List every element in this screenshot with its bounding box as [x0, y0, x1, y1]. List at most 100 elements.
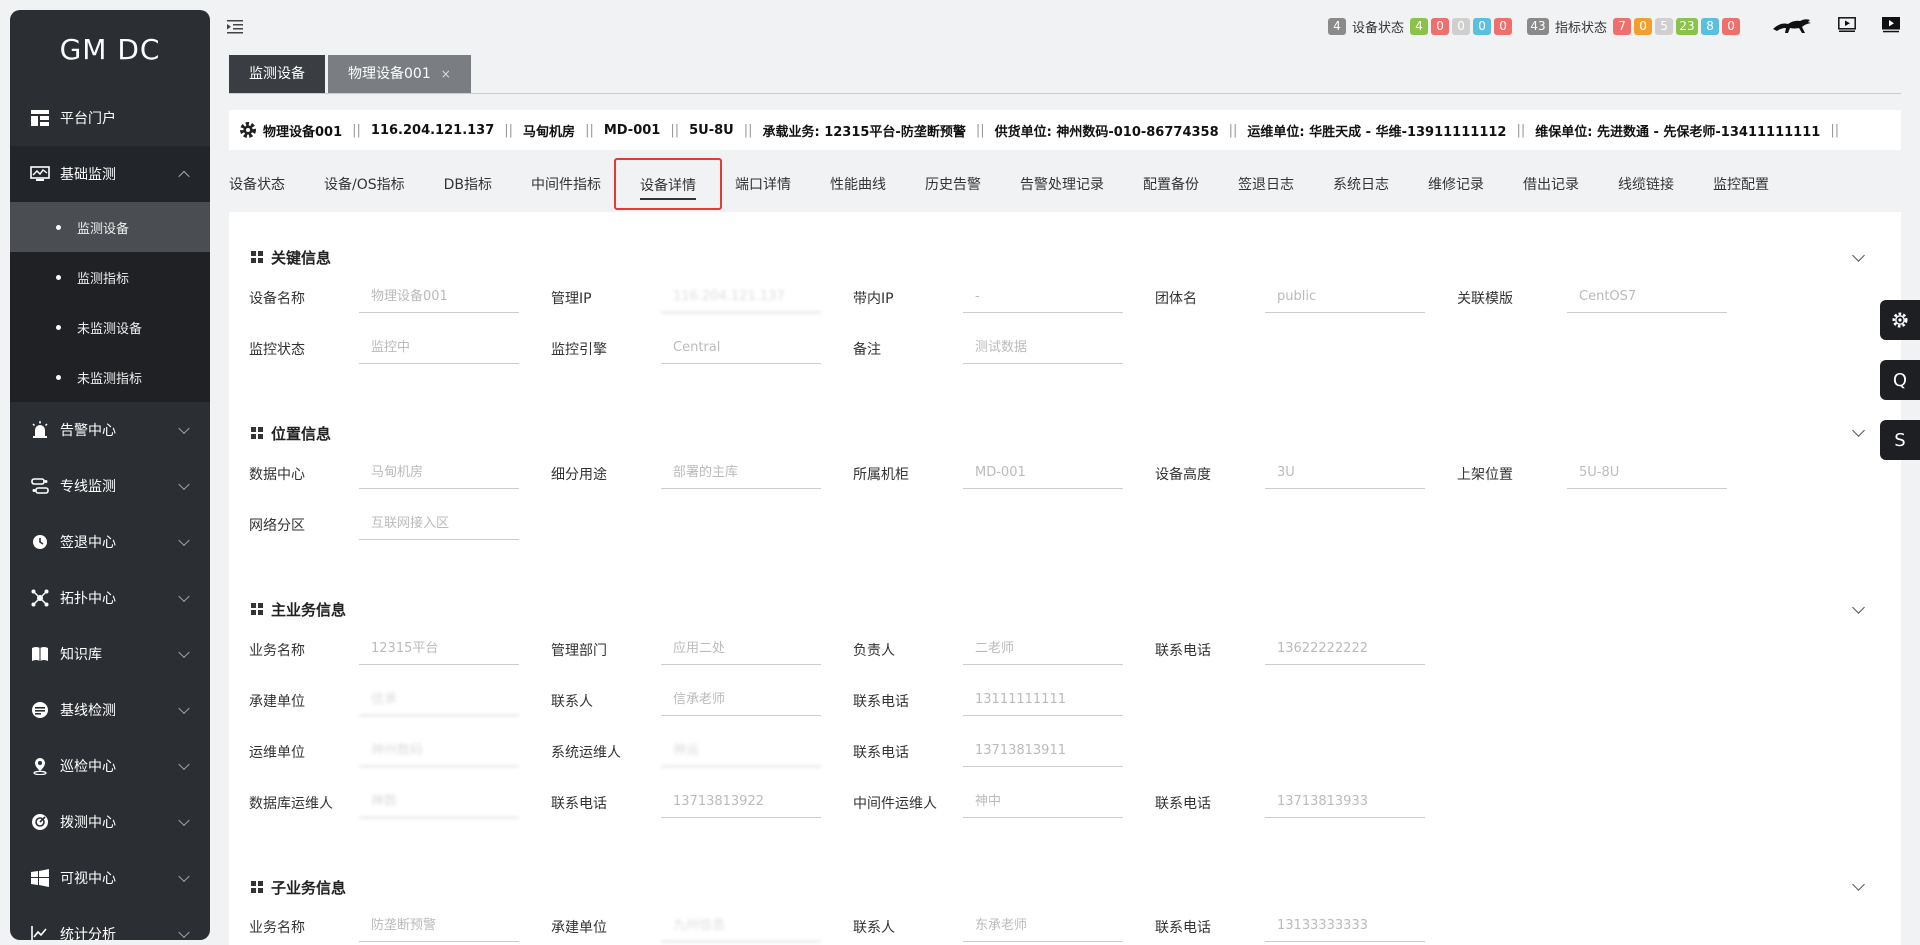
field-value[interactable]: MD-001	[963, 458, 1123, 489]
field-value[interactable]: 信承	[359, 685, 519, 716]
field-value[interactable]: 信承老师	[661, 685, 821, 716]
menu-collapse-icon[interactable]	[227, 19, 243, 34]
sidebar-item-basic-monitor[interactable]: 基础监测	[10, 146, 210, 202]
device-status-summary[interactable]: 4 设备状态 4 0 0 0 0	[1328, 17, 1515, 36]
sidebar-item-visual[interactable]: 可视中心	[10, 850, 210, 906]
subtab-history-alarms[interactable]: 历史告警	[925, 174, 981, 194]
field-value[interactable]: CentOS7	[1567, 282, 1727, 313]
subtab-db-metrics[interactable]: DB指标	[444, 174, 492, 194]
separator: ||	[670, 122, 680, 138]
field-middleware-phone: 联系电话 13713813933	[1155, 787, 1425, 818]
close-icon[interactable]: ×	[441, 67, 451, 81]
field-value[interactable]: 13713813911	[963, 736, 1123, 767]
field-value[interactable]: 物理设备001	[359, 282, 519, 313]
metric-status-label: 指标状态	[1555, 21, 1608, 36]
tab-physical-device-001[interactable]: 物理设备001 ×	[328, 55, 471, 93]
submenu-item-monitored-metrics[interactable]: 监测指标	[10, 252, 210, 302]
field-value[interactable]: Central	[661, 333, 821, 364]
separator: ||	[1830, 122, 1840, 138]
submenu-item-monitored-devices[interactable]: 监测设备	[10, 202, 210, 252]
field-value[interactable]: 13713813922	[661, 787, 821, 818]
section-location-title[interactable]: 位置信息	[251, 423, 331, 444]
field-value[interactable]: 部署的主库	[661, 458, 821, 489]
field-value[interactable]: 13133333333	[1265, 911, 1425, 942]
screen-play-icon[interactable]	[1882, 17, 1900, 37]
sidebar-item-knowledge[interactable]: 知识库	[10, 626, 210, 682]
field-value[interactable]: public	[1265, 282, 1425, 313]
portal-icon	[30, 108, 50, 128]
sidebar-item-alarm[interactable]: 告警中心	[10, 402, 210, 458]
field-value[interactable]: 神运	[661, 736, 821, 767]
gear-icon[interactable]	[239, 121, 257, 139]
device-position: 5U-8U	[689, 122, 734, 138]
sidebar-item-signout[interactable]: 签退中心	[10, 514, 210, 570]
chevron-down-icon[interactable]	[1852, 249, 1865, 262]
field-value[interactable]: 马甸机房	[359, 458, 519, 489]
chevron-down-icon[interactable]	[1852, 878, 1865, 891]
field-value[interactable]: 116.204.121.137	[661, 282, 821, 313]
field-label: 带内IP	[853, 290, 894, 307]
subtab-device-details[interactable]: 设备详情	[614, 158, 723, 210]
subtab-performance-curve[interactable]: 性能曲线	[830, 174, 886, 194]
panther-logo-icon[interactable]	[1772, 16, 1812, 38]
device-status-unknown-badge: 0	[1452, 18, 1471, 35]
subtab-cable-links[interactable]: 线缆链接	[1618, 174, 1674, 194]
q-float-button[interactable]: Q	[1880, 360, 1920, 400]
field-value[interactable]: 3U	[1265, 458, 1425, 489]
chevron-down-icon	[178, 590, 190, 603]
subtab-signout-log[interactable]: 签退日志	[1238, 174, 1294, 194]
subtab-config-backup[interactable]: 配置备份	[1143, 174, 1199, 194]
sidebar-item-dial-test[interactable]: 拨测中心	[10, 794, 210, 850]
sidebar-item-portal[interactable]: 平台门户	[10, 90, 210, 146]
s-float-button[interactable]: S	[1880, 420, 1920, 460]
subtab-port-details[interactable]: 端口详情	[735, 174, 791, 194]
sidebar-item-topology[interactable]: 拓扑中心	[10, 570, 210, 626]
field-value[interactable]: 5U-8U	[1567, 458, 1727, 489]
field-value[interactable]: 二老师	[963, 634, 1123, 665]
section-sub-business-title[interactable]: 子业务信息	[251, 877, 346, 898]
subtab-system-log[interactable]: 系统日志	[1333, 174, 1389, 194]
sidebar-item-statistics[interactable]: 统计分析	[10, 906, 210, 940]
subtab-middleware-metrics[interactable]: 中间件指标	[531, 174, 601, 194]
sidebar-item-baseline[interactable]: 基线检测	[10, 682, 210, 738]
field-value[interactable]: 九州信息	[661, 911, 821, 942]
sidebar-item-inspection[interactable]: 巡检中心	[10, 738, 210, 794]
tab-monitored-devices[interactable]: 监测设备	[229, 55, 325, 93]
field-value[interactable]: -	[963, 282, 1123, 313]
field-label: 业务名称	[249, 919, 305, 936]
field-value[interactable]: 神数	[359, 787, 519, 818]
subtab-device-status[interactable]: 设备状态	[229, 174, 285, 194]
field-value[interactable]: 测试数据	[963, 333, 1123, 364]
field-value[interactable]: 12315平台	[359, 634, 519, 665]
metric-status-summary[interactable]: 43 指标状态 7 0 5 23 8 0	[1527, 17, 1743, 36]
field-value[interactable]: 13713813933	[1265, 787, 1425, 818]
subtab-loan-records[interactable]: 借出记录	[1523, 174, 1579, 194]
subtab-monitor-config[interactable]: 监控配置	[1713, 174, 1769, 194]
clock-icon	[30, 532, 50, 552]
submenu-item-unmonitored-devices[interactable]: 未监测设备	[10, 302, 210, 352]
sidebar-item-line-monitor[interactable]: 专线监测	[10, 458, 210, 514]
chevron-down-icon	[178, 534, 190, 547]
field-inband-ip: 带内IP -	[853, 282, 1123, 313]
field-value[interactable]: 东承老师	[963, 911, 1123, 942]
submenu-item-unmonitored-metrics[interactable]: 未监测指标	[10, 352, 210, 402]
settings-float-button[interactable]	[1880, 300, 1920, 340]
section-main-business-title[interactable]: 主业务信息	[251, 599, 346, 620]
chevron-down-icon[interactable]	[1852, 424, 1865, 437]
field-value[interactable]: 防垄断预警	[359, 911, 519, 942]
video-play-icon[interactable]	[1838, 17, 1856, 37]
chevron-down-icon[interactable]	[1852, 601, 1865, 614]
field-value[interactable]: 13111111111	[963, 685, 1123, 716]
field-value[interactable]: 13622222222	[1265, 634, 1425, 665]
device-status-maintenance-badge: 0	[1473, 18, 1492, 35]
field-value[interactable]: 神州数码	[359, 736, 519, 767]
subtab-alarm-handling[interactable]: 告警处理记录	[1020, 174, 1104, 194]
field-value[interactable]: 互联网接入区	[359, 509, 519, 540]
field-value[interactable]: 神中	[963, 787, 1123, 818]
field-value[interactable]: 监控中	[359, 333, 519, 364]
subtab-repair-records[interactable]: 维修记录	[1428, 174, 1484, 194]
section-key-info-title[interactable]: 关键信息	[251, 247, 331, 268]
field-value[interactable]: 应用二处	[661, 634, 821, 665]
subtab-device-os-metrics[interactable]: 设备/OS指标	[324, 174, 405, 194]
metric-status-badge-4: 23	[1676, 18, 1699, 35]
